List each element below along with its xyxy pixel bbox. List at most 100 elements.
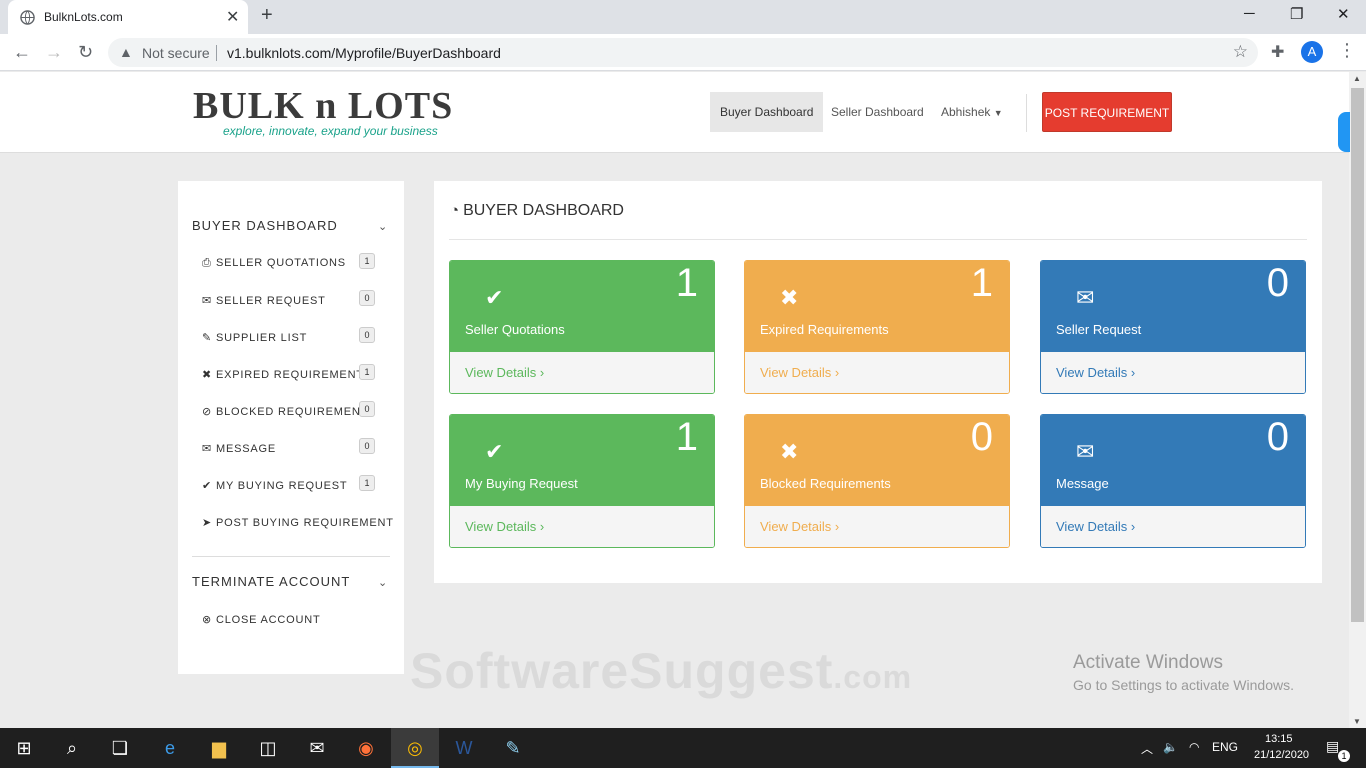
not-secure-label[interactable]: Not secure (142, 45, 210, 61)
sidebar-item-post-buying-requirement[interactable]: ➤ POST BUYING REQUIREMENT (202, 516, 394, 529)
badge-count: 1 (359, 364, 375, 380)
card-label: Expired Requirements (760, 322, 889, 337)
browser-menu-icon[interactable]: ⋮ (1338, 40, 1356, 61)
view-details-link[interactable]: View Details › (760, 519, 839, 534)
sidebar-item-label: SELLER REQUEST (216, 295, 326, 307)
card-footer[interactable]: View Details › (450, 506, 714, 547)
new-tab-button[interactable]: + (261, 4, 273, 27)
omnibox-divider (216, 45, 217, 61)
card-label: Message (1056, 476, 1109, 491)
card-footer[interactable]: View Details › (1041, 506, 1305, 547)
sidebar-item-close-account[interactable]: ⊗ CLOSE ACCOUNT (202, 613, 321, 626)
sidebar-item-blocked-requirements[interactable]: ⊘ BLOCKED REQUIREMENTS (202, 405, 376, 418)
view-details-link[interactable]: View Details › (465, 519, 544, 534)
word-icon[interactable]: W (440, 728, 488, 768)
chrome-icon[interactable]: ◎ (391, 728, 439, 768)
url-text[interactable]: v1.bulknlots.com/Myprofile/BuyerDashboar… (227, 45, 501, 61)
windows-start-icon[interactable]: ⊞ (0, 728, 48, 768)
card-header: ✉ 0 Seller Request (1041, 261, 1305, 352)
search-icon[interactable]: ⌕ (48, 728, 96, 768)
address-bar[interactable]: ▲ Not secure v1.bulknlots.com/Myprofile/… (108, 38, 1258, 67)
view-details-text: View Details (465, 519, 537, 534)
card-footer[interactable]: View Details › (745, 352, 1009, 393)
sidebar-item-supplier-list[interactable]: ✎ SUPPLIER LIST (202, 331, 307, 344)
scroll-down-icon[interactable]: ▼ (1353, 717, 1361, 726)
softwaresuggest-watermark: SoftwareSuggest.com (410, 642, 912, 700)
view-details-link[interactable]: View Details › (1056, 365, 1135, 380)
card-message: ✉ 0 Message View Details › (1040, 414, 1306, 548)
title-divider (449, 239, 1307, 240)
view-details-text: View Details (1056, 519, 1128, 534)
times-icon: ✖ (780, 285, 799, 310)
sidebar-item-my-buying-request[interactable]: ✔ MY BUYING REQUEST (202, 479, 347, 492)
chevron-down-icon[interactable]: ⌄ (378, 576, 387, 589)
dashboard-icon: ◔ (450, 202, 460, 219)
minimize-icon[interactable]: ─ (1244, 5, 1255, 22)
clock-time[interactable]: 13:15 (1265, 733, 1293, 745)
task-view-icon[interactable]: ❏ (96, 728, 144, 768)
edge-browser-icon[interactable]: e (146, 728, 194, 768)
card-header: ✉ 0 Message (1041, 415, 1305, 506)
mail-icon[interactable]: ✉ (293, 728, 341, 768)
nav-user-menu[interactable]: Abhishek ▼ (931, 92, 1013, 132)
view-details-link[interactable]: View Details › (1056, 519, 1135, 534)
file-explorer-icon[interactable]: ▆ (195, 728, 243, 768)
window-close-icon[interactable]: ✕ (1337, 5, 1350, 23)
clock-date[interactable]: 21/12/2020 (1254, 749, 1309, 761)
card-footer[interactable]: View Details › (450, 352, 714, 393)
scroll-up-icon[interactable]: ▲ (1353, 74, 1361, 83)
check-icon: ✔ (202, 480, 213, 492)
nav-buyer-dashboard[interactable]: Buyer Dashboard (710, 92, 824, 132)
back-icon[interactable]: ← (13, 42, 31, 63)
volume-icon[interactable]: 🔈 (1163, 740, 1178, 754)
card-label: Seller Quotations (465, 322, 565, 337)
forward-icon[interactable]: → (45, 42, 63, 63)
sidebar-item-seller-quotations[interactable]: ⎙ SELLER QUOTATIONS (202, 257, 346, 270)
card-footer[interactable]: View Details › (745, 506, 1009, 547)
card-label: My Buying Request (465, 476, 578, 491)
chevron-down-icon[interactable]: ⌄ (378, 220, 387, 233)
reload-icon[interactable]: ↻ (78, 42, 93, 63)
view-details-link[interactable]: View Details › (760, 365, 839, 380)
store-icon[interactable]: ◫ (244, 728, 292, 768)
restore-icon[interactable]: ❐ (1290, 5, 1303, 23)
watermark-brand: SoftwareSuggest (410, 643, 834, 699)
firefox-icon[interactable]: ◉ (342, 728, 390, 768)
profile-avatar[interactable]: A (1301, 41, 1323, 63)
bookmark-star-icon[interactable]: ☆ (1233, 42, 1248, 62)
network-icon[interactable]: ◠ (1189, 740, 1199, 754)
card-expired-requirements: ✖ 1 Expired Requirements View Details › (744, 260, 1010, 394)
site-logo[interactable]: BULK n LOTS explore, innovate, expand yo… (193, 84, 463, 140)
side-widget-tab[interactable] (1338, 112, 1350, 152)
browser-tab[interactable]: BulknLots.com ✕ (8, 0, 248, 34)
sidebar-item-expired-requirements[interactable]: ✖ EXPIRED REQUIREMENTS (202, 368, 372, 381)
card-footer[interactable]: View Details › (1041, 352, 1305, 393)
chevron-right-icon: › (539, 519, 545, 534)
sidebar-item-label: SUPPLIER LIST (216, 332, 308, 344)
sidebar-item-label: SELLER QUOTATIONS (216, 257, 346, 269)
language-indicator[interactable]: ENG (1212, 740, 1238, 754)
extensions-puzzle-icon[interactable]: ✚ (1271, 42, 1284, 62)
card-header: ✖ 1 Expired Requirements (745, 261, 1009, 352)
sidebar-item-message[interactable]: ✉ MESSAGE (202, 442, 276, 455)
post-requirement-button[interactable]: POST REQUIREMENT (1042, 92, 1172, 132)
card-count: 0 (1266, 261, 1289, 305)
sidebar-heading-terminate[interactable]: TERMINATE ACCOUNT (192, 574, 350, 589)
sidebar-heading-buyer[interactable]: BUYER DASHBOARD (192, 218, 338, 233)
notification-center-icon[interactable]: ▤ (1326, 738, 1339, 755)
page-scrollbar[interactable]: ▲ ▼ (1349, 72, 1366, 728)
view-details-link[interactable]: View Details › (465, 365, 544, 380)
notification-badge: 1 (1338, 750, 1350, 762)
sidebar-item-seller-request[interactable]: ✉ SELLER REQUEST (202, 294, 326, 307)
warning-icon[interactable]: ▲ (119, 44, 133, 60)
paint-icon[interactable]: ✎ (489, 728, 537, 768)
browser-tab-strip: BulknLots.com ✕ + ─ ❐ ✕ (0, 0, 1366, 34)
tab-close-icon[interactable]: ✕ (226, 7, 239, 27)
print-icon: ⎙ (202, 257, 212, 269)
tray-overflow-icon[interactable]: ︿ (1141, 740, 1153, 757)
chevron-right-icon: › (539, 365, 545, 380)
card-my-buying-request: ✔ 1 My Buying Request View Details › (449, 414, 715, 548)
nav-seller-dashboard[interactable]: Seller Dashboard (821, 92, 934, 132)
scrollbar-thumb[interactable] (1351, 88, 1364, 622)
page-title: ◔ BUYER DASHBOARD (450, 202, 624, 220)
